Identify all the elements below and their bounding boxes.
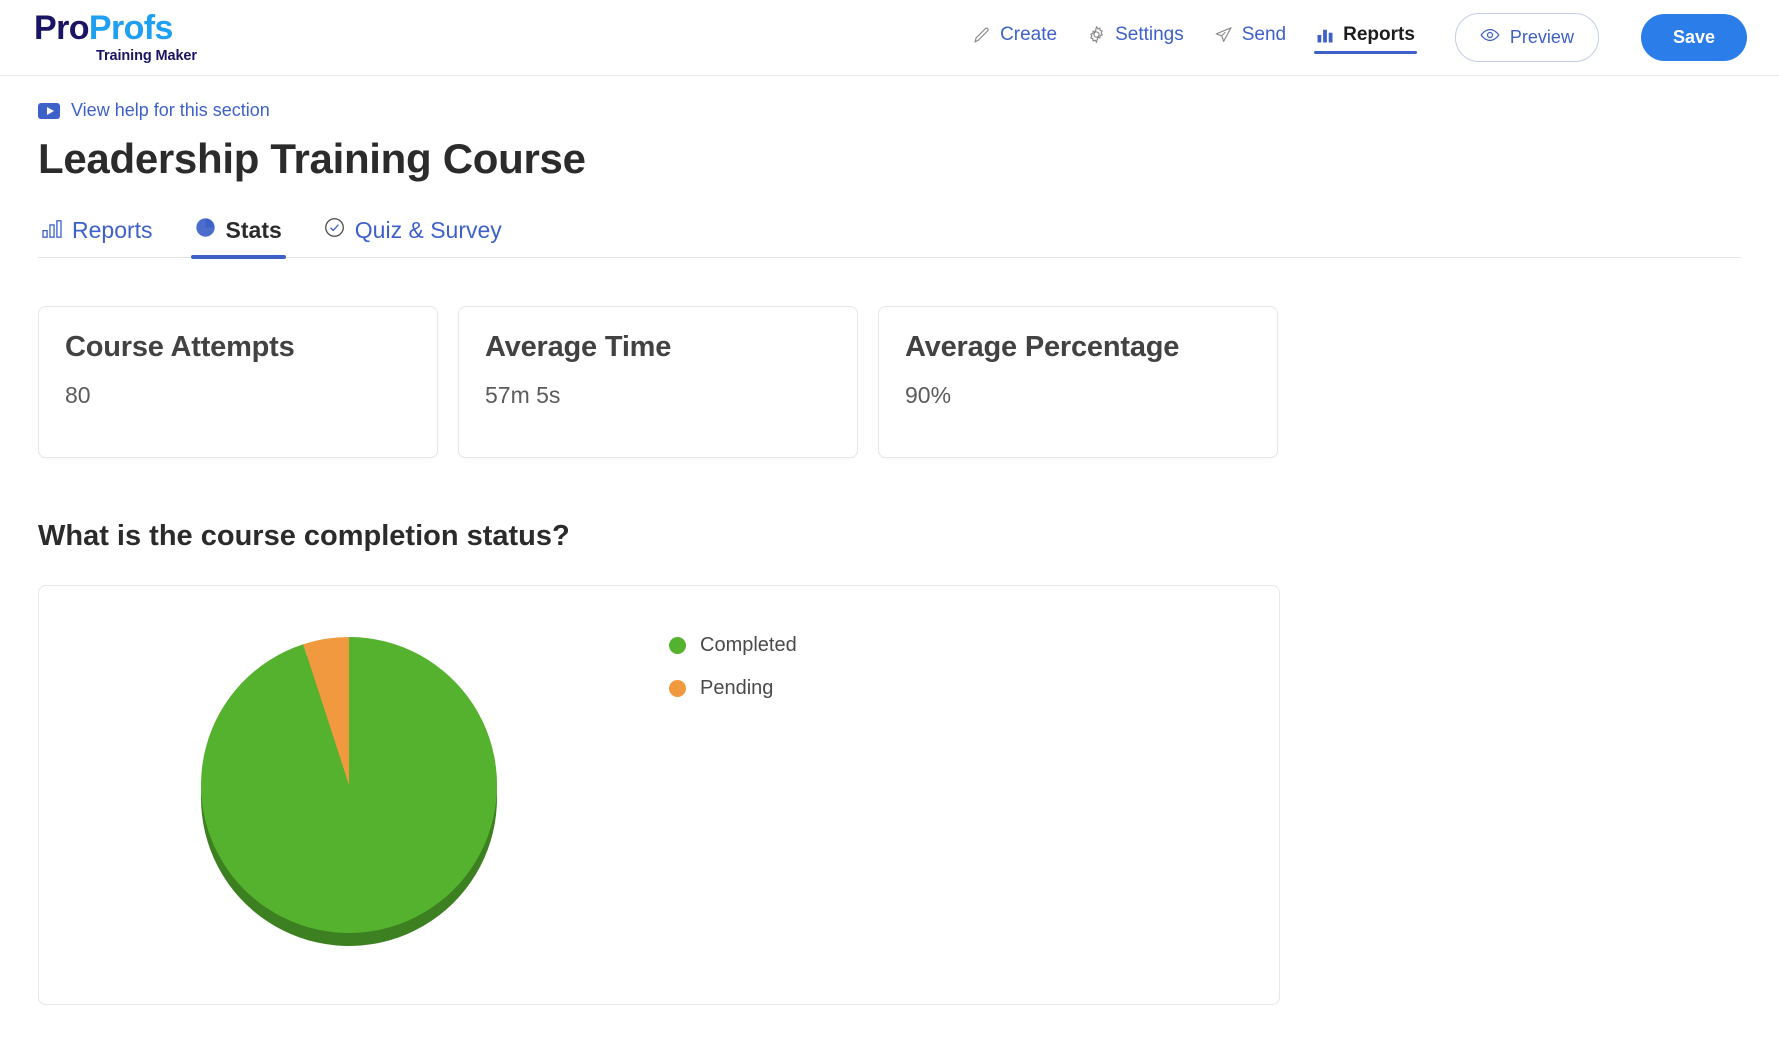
legend-color-swatch [669, 637, 686, 654]
nav-item-create[interactable]: Create [971, 20, 1059, 56]
logo-wordmark: ProProfs [34, 11, 173, 45]
completion-status-chart-panel: Completed Pending [38, 585, 1280, 1005]
save-button-label: Save [1672, 27, 1715, 47]
logo-text-profs: Profs [88, 9, 174, 48]
stat-card-list: Course Attempts 80 Average Time 57m 5s A… [38, 306, 1741, 458]
pie-chart-icon [195, 217, 216, 244]
nav-label-reports: Reports [1343, 23, 1415, 45]
legend-item-pending[interactable]: Pending [669, 677, 797, 700]
tab-stats[interactable]: Stats [190, 213, 287, 259]
pie-chart [39, 635, 659, 955]
preview-button[interactable]: Preview [1454, 13, 1599, 62]
page-content: View help for this section Leadership Tr… [0, 100, 1779, 1005]
legend-color-swatch [669, 680, 686, 697]
tab-reports[interactable]: Reports [38, 213, 157, 257]
check-circle-icon [324, 217, 345, 244]
pencil-icon [973, 26, 991, 44]
app-logo[interactable]: ProProfs Training Maker [34, 11, 197, 64]
nav-item-settings[interactable]: Settings [1085, 20, 1186, 56]
view-help-link[interactable]: View help for this section [38, 100, 270, 121]
tab-label-reports: Reports [72, 217, 153, 243]
preview-button-label: Preview [1509, 27, 1574, 47]
nav-label-create: Create [1000, 23, 1058, 45]
tab-label-quiz-survey: Quiz & Survey [354, 217, 502, 243]
nav-label-send: Send [1241, 23, 1287, 45]
legend-item-completed[interactable]: Completed [669, 634, 797, 657]
page-title: Leadership Training Course [38, 135, 586, 182]
logo-subtitle: Training Maker [96, 48, 197, 65]
legend-label-pending: Pending [700, 677, 774, 699]
question-heading: What is the course completion status? [38, 520, 570, 552]
tab-quiz-survey[interactable]: Quiz & Survey [320, 213, 506, 257]
stat-card-title: Course Attempts [65, 331, 295, 363]
stat-card-title: Average Time [485, 331, 672, 363]
stat-card-title: Average Percentage [905, 331, 1180, 363]
pie-chart-svg [201, 637, 498, 946]
stat-card-average-time: Average Time 57m 5s [458, 306, 858, 458]
stat-card-value: 80 [65, 382, 91, 408]
stat-card-value: 90% [905, 382, 952, 408]
bar-chart-icon [1316, 26, 1334, 44]
view-help-label: View help for this section [71, 100, 270, 120]
chart-legend: Completed Pending [669, 634, 797, 700]
gear-icon [1087, 25, 1106, 44]
logo-text-pro: Pro [34, 9, 89, 48]
save-button[interactable]: Save [1640, 14, 1747, 61]
nav-label-settings: Settings [1115, 23, 1184, 45]
top-navigation: Create Settings Send Reports Preview Sav… [971, 13, 1747, 62]
tab-bar: Reports Stats Quiz & Survey [38, 213, 1741, 259]
bar-chart-icon [42, 217, 62, 244]
top-bar: ProProfs Training Maker Create Settings [0, 0, 1779, 76]
nav-item-reports[interactable]: Reports [1314, 20, 1417, 56]
eye-icon [1480, 25, 1500, 50]
video-play-icon [38, 102, 60, 119]
legend-label-completed: Completed [700, 634, 797, 656]
stat-card-average-percentage: Average Percentage 90% [878, 306, 1278, 458]
nav-item-send[interactable]: Send [1212, 20, 1288, 56]
stat-card-value: 57m 5s [485, 382, 561, 408]
paper-plane-icon [1214, 25, 1233, 44]
stat-card-course-attempts: Course Attempts 80 [38, 306, 438, 458]
tab-label-stats: Stats [225, 217, 282, 243]
